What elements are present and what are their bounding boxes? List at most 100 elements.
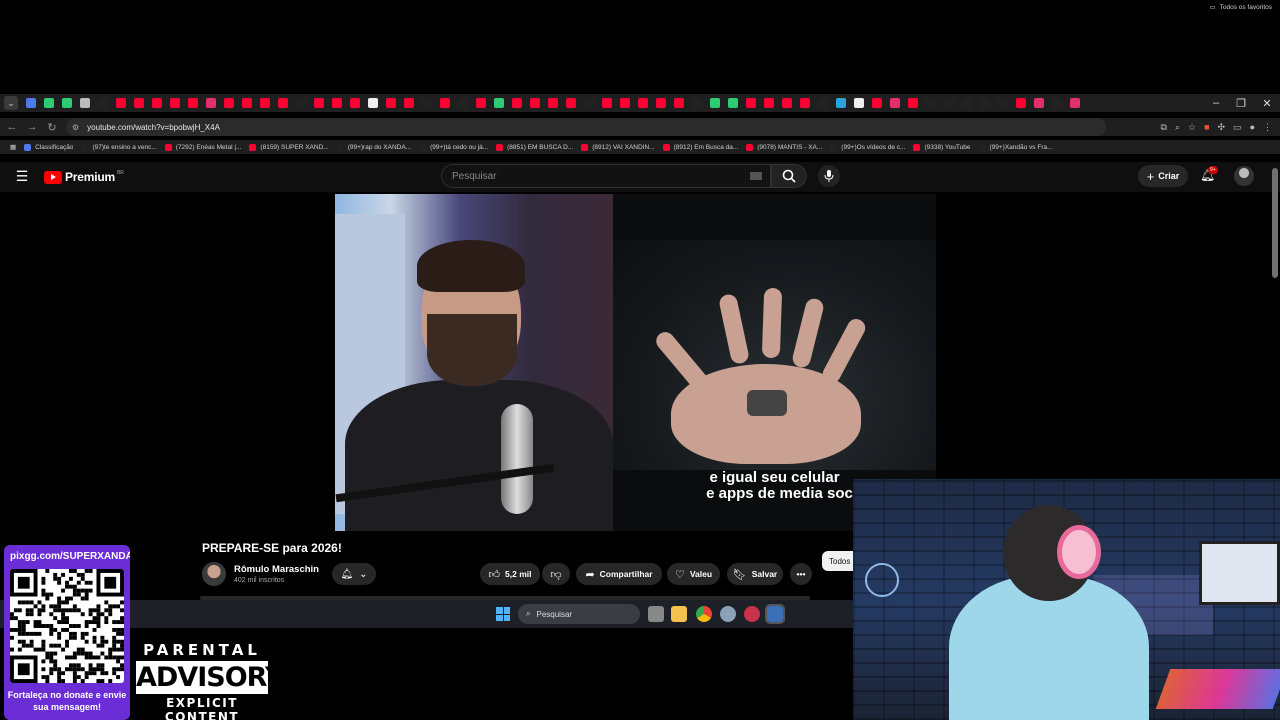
tab-favicon-icon[interactable] bbox=[710, 98, 720, 108]
tab-favicon-icon[interactable] bbox=[134, 98, 144, 108]
tab-favicon-icon[interactable] bbox=[728, 98, 738, 108]
tab-favicon-icon[interactable] bbox=[422, 98, 432, 108]
tab-favicon-icon[interactable] bbox=[296, 98, 306, 108]
tab-favicon-icon[interactable] bbox=[764, 98, 774, 108]
profile-icon[interactable]: ● bbox=[1250, 122, 1255, 132]
tab-favicon-icon[interactable] bbox=[944, 98, 954, 108]
tab-favicon-icon[interactable] bbox=[656, 98, 666, 108]
tab-favicon-icon[interactable] bbox=[368, 98, 378, 108]
bookmark-item[interactable]: (8912) Em Busca da... bbox=[662, 143, 738, 151]
tab-favicon-icon[interactable] bbox=[476, 98, 486, 108]
tab-favicon-icon[interactable] bbox=[926, 98, 936, 108]
bookmark-item[interactable]: (99+)rap do XANDÃ... bbox=[336, 143, 411, 151]
tab-favicon-icon[interactable] bbox=[512, 98, 522, 108]
settings-icon[interactable] bbox=[720, 606, 736, 622]
task-view-icon[interactable] bbox=[648, 606, 664, 622]
minimize-button[interactable]: – bbox=[1203, 94, 1229, 112]
bookmark-item[interactable]: (7292) Enéas Metal |... bbox=[164, 143, 241, 151]
tab-favicon-icon[interactable] bbox=[332, 98, 342, 108]
channel-avatar[interactable] bbox=[202, 562, 226, 586]
taskbar-search[interactable]: ⌕ Pesquisar bbox=[518, 604, 640, 624]
tab-favicon-icon[interactable] bbox=[548, 98, 558, 108]
obs-icon[interactable] bbox=[744, 606, 760, 622]
tab-favicon-icon[interactable] bbox=[998, 98, 1008, 108]
tab-search-button[interactable]: ⌄ bbox=[4, 96, 18, 110]
browser-menu-icon[interactable]: ⋮ bbox=[1263, 122, 1272, 133]
tab-favicon-icon[interactable] bbox=[224, 98, 234, 108]
tab-favicon-icon[interactable] bbox=[494, 98, 504, 108]
bookmark-item[interactable]: (97)te ensino a venc... bbox=[81, 143, 157, 151]
steam-icon[interactable] bbox=[765, 604, 785, 624]
windows-start-icon[interactable] bbox=[496, 607, 510, 621]
tab-favicon-icon[interactable] bbox=[638, 98, 648, 108]
bookmark-star-icon[interactable]: ☆ bbox=[1188, 122, 1196, 133]
install-app-icon[interactable]: ⧉ bbox=[1161, 122, 1167, 133]
search-input[interactable]: Pesquisar bbox=[441, 164, 771, 188]
tab-favicon-icon[interactable] bbox=[440, 98, 450, 108]
tab-favicon-icon[interactable] bbox=[692, 98, 702, 108]
forward-icon[interactable]: → bbox=[24, 119, 40, 135]
account-avatar[interactable] bbox=[1234, 166, 1254, 186]
bookmark-item[interactable]: (99+)Xandão vs Fra... bbox=[978, 143, 1053, 151]
tab-favicon-icon[interactable] bbox=[278, 98, 288, 108]
extension-icon[interactable]: ■ bbox=[1204, 122, 1209, 132]
channel-name[interactable]: Rômulo Maraschin bbox=[234, 564, 319, 575]
tab-favicon-icon[interactable] bbox=[890, 98, 900, 108]
tab-favicon-icon[interactable] bbox=[116, 98, 126, 108]
dislike-button[interactable]: 👎︎ bbox=[542, 563, 570, 585]
share-button[interactable]: ➦ Compartilhar bbox=[576, 563, 662, 585]
maximize-button[interactable]: ❐ bbox=[1228, 94, 1254, 112]
tab-favicon-icon[interactable] bbox=[530, 98, 540, 108]
tab-favicon-icon[interactable] bbox=[800, 98, 810, 108]
zoom-icon[interactable]: ⌕ bbox=[1175, 122, 1180, 133]
apps-grid-icon[interactable]: ▦ bbox=[10, 143, 16, 151]
tab-favicon-icon[interactable] bbox=[836, 98, 846, 108]
tab-favicon-icon[interactable] bbox=[872, 98, 882, 108]
tab-favicon-icon[interactable] bbox=[386, 98, 396, 108]
tab-favicon-icon[interactable] bbox=[1034, 98, 1044, 108]
tab-favicon-icon[interactable] bbox=[26, 98, 36, 108]
bookmark-item[interactable]: (8159) SUPER XAND... bbox=[249, 143, 329, 151]
thanks-button[interactable]: ♡ Valeu bbox=[667, 563, 720, 585]
tab-favicon-icon[interactable] bbox=[566, 98, 576, 108]
tab-favicon-icon[interactable] bbox=[584, 98, 594, 108]
tab-favicon-icon[interactable] bbox=[350, 98, 360, 108]
tab-favicon-icon[interactable] bbox=[962, 98, 972, 108]
search-button[interactable] bbox=[771, 164, 807, 188]
notifications-button[interactable]: 🔔︎ 9+ bbox=[1200, 166, 1218, 184]
tab-favicon-icon[interactable] bbox=[188, 98, 198, 108]
tab-favicon-icon[interactable] bbox=[908, 98, 918, 108]
create-button[interactable]: + Criar bbox=[1138, 165, 1188, 187]
tab-favicon-icon[interactable] bbox=[62, 98, 72, 108]
tab-favicon-icon[interactable] bbox=[1016, 98, 1026, 108]
page-scrollbar[interactable] bbox=[1272, 168, 1278, 278]
bookmark-item[interactable]: (8851) EM BUSCA D... bbox=[496, 143, 573, 151]
bookmark-item[interactable]: (9078) MANTIS - XA... bbox=[746, 143, 822, 151]
more-actions-button[interactable]: ••• bbox=[790, 563, 812, 585]
tab-favicon-icon[interactable] bbox=[980, 98, 990, 108]
keyboard-icon[interactable] bbox=[750, 172, 762, 180]
url-field[interactable]: ⚙ youtube.com/watch?v=bpobwjH_X4A bbox=[66, 118, 1106, 136]
file-explorer-icon[interactable] bbox=[671, 606, 687, 622]
back-icon[interactable]: ← bbox=[4, 119, 20, 135]
close-window-button[interactable]: ✕ bbox=[1254, 94, 1280, 112]
tab-favicon-icon[interactable] bbox=[260, 98, 270, 108]
tab-favicon-icon[interactable] bbox=[1052, 98, 1062, 108]
bookmark-item[interactable]: Classificação bbox=[24, 143, 73, 151]
tab-favicon-icon[interactable] bbox=[602, 98, 612, 108]
all-bookmarks-button[interactable]: ▭ Todos os favoritos bbox=[1209, 0, 1272, 14]
tab-favicon-icon[interactable] bbox=[746, 98, 756, 108]
bookmark-item[interactable]: (99+)Os vídeos de c... bbox=[830, 143, 905, 151]
voice-search-button[interactable] bbox=[818, 165, 840, 187]
bookmark-item[interactable]: (8912) VAI XANDIN... bbox=[581, 143, 655, 151]
youtube-logo[interactable]: Premium BR bbox=[44, 170, 124, 184]
tab-favicon-icon[interactable] bbox=[620, 98, 630, 108]
hamburger-menu-icon[interactable]: ☰ bbox=[14, 168, 30, 184]
tab-favicon-icon[interactable] bbox=[854, 98, 864, 108]
site-info-icon[interactable]: ⚙ bbox=[72, 123, 79, 132]
tab-favicon-icon[interactable] bbox=[206, 98, 216, 108]
reload-icon[interactable]: ↻ bbox=[44, 119, 60, 135]
tab-favicon-icon[interactable] bbox=[674, 98, 684, 108]
tab-favicon-icon[interactable] bbox=[242, 98, 252, 108]
tab-favicon-icon[interactable] bbox=[98, 98, 108, 108]
